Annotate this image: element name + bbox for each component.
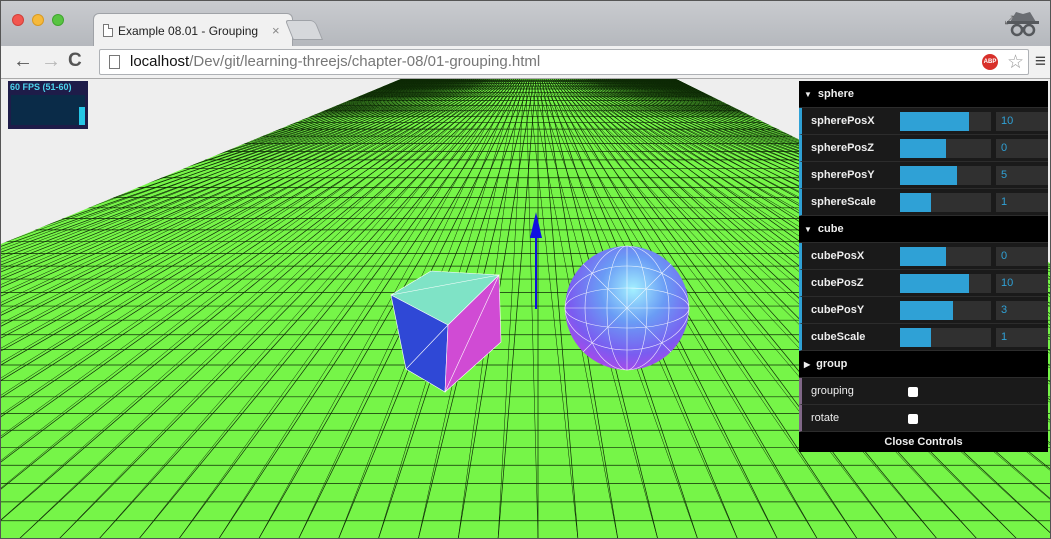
back-button[interactable]: ← — [13, 50, 33, 72]
window-zoom-button[interactable] — [52, 14, 64, 26]
gui-control-label: rotate — [811, 412, 840, 424]
gui-slider-fill — [900, 247, 946, 266]
gui-control-cubeScale: cubeScale 1 — [799, 324, 1048, 351]
gui-control-rotate: rotate — [799, 405, 1048, 432]
gui-folder-title: sphere — [817, 88, 854, 100]
gui-slider-cubeScale[interactable] — [900, 328, 991, 347]
close-controls-button[interactable]: Close Controls — [799, 432, 1048, 452]
gui-number-input-cubePosZ[interactable]: 10 — [996, 274, 1048, 293]
gui-number-input-cubePosY[interactable]: 3 — [996, 301, 1048, 320]
gui-control-label: cubeScale — [811, 331, 866, 343]
caret-right-icon: ▶ — [804, 360, 811, 369]
browser-window: Example 08.01 - Grouping × ⤢ ← → C local… — [0, 0, 1051, 539]
page-icon — [109, 55, 120, 69]
chrome-menu-icon[interactable]: ≡ — [1035, 51, 1046, 73]
forward-button[interactable]: → — [41, 50, 61, 72]
gui-slider-fill — [900, 274, 970, 293]
dat-gui-panel: ▼ sphere spherePosX 10 spherePosZ 0 spherePosY… — [799, 81, 1048, 452]
gui-number-input-cubePosX[interactable]: 0 — [996, 247, 1048, 266]
stats-panel[interactable]: 60 FPS (51-60) — [8, 81, 88, 129]
gui-slider-cubePosY[interactable] — [900, 301, 991, 320]
webgl-viewport[interactable]: 60 FPS (51-60) ▼ sphere spherePosX 10 sphere… — [1, 79, 1050, 538]
fps-graph-bar — [79, 107, 85, 125]
gui-control-cubePosY: cubePosY 3 — [799, 297, 1048, 324]
fps-label: 60 FPS (51-60) — [10, 82, 72, 92]
gui-slider-fill — [900, 166, 958, 185]
window-minimize-button[interactable] — [32, 14, 44, 26]
gui-number-input-cubeScale[interactable]: 1 — [996, 328, 1048, 347]
gui-number-input-sphereScale[interactable]: 1 — [996, 193, 1048, 212]
gui-number-input-spherePosX[interactable]: 10 — [996, 112, 1048, 131]
tab-active[interactable]: Example 08.01 - Grouping × — [93, 13, 293, 46]
gui-control-label: sphereScale — [811, 196, 876, 208]
gui-slider-fill — [900, 301, 953, 320]
gui-checkbox-rotate[interactable] — [908, 414, 918, 424]
gui-slider-spherePosY[interactable] — [900, 166, 991, 185]
tab-close-icon[interactable]: × — [272, 23, 280, 38]
gui-folder-title: cube — [817, 223, 844, 235]
gui-slider-cubePosZ[interactable] — [900, 274, 991, 293]
gui-control-label: spherePosX — [811, 115, 875, 127]
gui-slider-fill — [900, 112, 970, 131]
address-bar[interactable]: localhost/Dev/git/learning-threejs/chapt… — [99, 49, 1029, 75]
gui-control-label: spherePosZ — [811, 142, 874, 154]
sphere-mesh — [564, 245, 690, 371]
adblock-icon[interactable]: ABP — [982, 54, 998, 70]
gui-folder-sphere[interactable]: ▼ sphere — [799, 81, 1048, 108]
gui-control-cubePosZ: cubePosZ 10 — [799, 270, 1048, 297]
gui-control-spherePosY: spherePosY 5 — [799, 162, 1048, 189]
gui-control-spherePosZ: spherePosZ 0 — [799, 135, 1048, 162]
gui-folder-title: group — [816, 358, 848, 370]
page-icon — [103, 24, 113, 37]
tab-title: Example 08.01 - Grouping — [118, 24, 259, 38]
reload-button[interactable]: C — [68, 50, 82, 72]
caret-down-icon: ▼ — [804, 90, 812, 99]
gui-folder-cube[interactable]: ▼ cube — [799, 216, 1048, 243]
url-host: localhost — [130, 53, 190, 70]
gui-control-label: spherePosY — [811, 169, 875, 181]
url-path: /Dev/git/learning-threejs/chapter-08/01-… — [189, 53, 541, 70]
gui-folder-group[interactable]: ▶ group — [799, 351, 1048, 378]
tab-strip: Example 08.01 - Grouping × ⤢ — [1, 1, 1050, 46]
fps-graph — [11, 95, 85, 125]
gui-slider-sphereScale[interactable] — [900, 193, 991, 212]
window-close-button[interactable] — [12, 14, 24, 26]
gui-slider-cubePosX[interactable] — [900, 247, 991, 266]
gui-slider-fill — [900, 193, 931, 212]
gui-control-label: grouping — [811, 385, 854, 397]
gui-control-label: cubePosZ — [811, 277, 864, 289]
gui-slider-fill — [900, 328, 931, 347]
gui-slider-spherePosX[interactable] — [900, 112, 991, 131]
caret-down-icon: ▼ — [804, 225, 812, 234]
gui-control-label: cubePosX — [811, 250, 865, 262]
gui-control-cubePosX: cubePosX 0 — [799, 243, 1048, 270]
url-text[interactable]: localhost/Dev/git/learning-threejs/chapt… — [130, 53, 540, 70]
gui-checkbox-grouping[interactable] — [908, 387, 918, 397]
gui-control-sphereScale: sphereScale 1 — [799, 189, 1048, 216]
gui-control-label: cubePosY — [811, 304, 865, 316]
bookmark-star-icon[interactable]: ☆ — [1007, 51, 1024, 74]
gui-slider-fill — [900, 139, 946, 158]
gui-control-grouping: grouping — [799, 378, 1048, 405]
gui-control-spherePosX: spherePosX 10 — [799, 108, 1048, 135]
toolbar: ← → C localhost/Dev/git/learning-threejs… — [1, 46, 1050, 79]
gui-slider-spherePosZ[interactable] — [900, 139, 991, 158]
gui-number-input-spherePosZ[interactable]: 0 — [996, 139, 1048, 158]
gui-number-input-spherePosY[interactable]: 5 — [996, 166, 1048, 185]
incognito-icon — [1007, 12, 1039, 37]
